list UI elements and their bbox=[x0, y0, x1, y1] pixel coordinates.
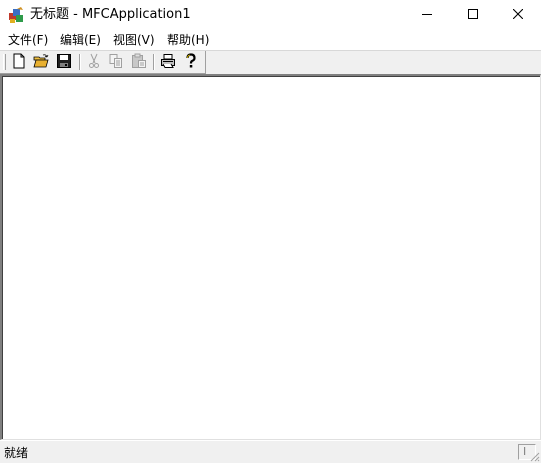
toolbar bbox=[0, 50, 541, 74]
resize-grip-icon[interactable] bbox=[528, 450, 540, 462]
close-icon bbox=[512, 8, 524, 22]
menu-file[interactable]: 文件(F) bbox=[6, 32, 50, 48]
status-indicator: I bbox=[523, 445, 527, 458]
help-context-icon bbox=[183, 52, 199, 72]
window-title: 无标题 - MFCApplication1 bbox=[30, 7, 191, 22]
toolbar-separator bbox=[153, 54, 155, 70]
minimize-icon bbox=[422, 8, 432, 22]
cut-icon bbox=[86, 53, 102, 72]
status-bar: 就绪 I bbox=[0, 440, 541, 463]
print-button[interactable] bbox=[158, 53, 178, 71]
document-view[interactable] bbox=[0, 74, 541, 440]
open-button[interactable] bbox=[31, 53, 51, 71]
minimize-button[interactable] bbox=[404, 0, 450, 30]
maximize-icon bbox=[468, 8, 478, 22]
menu-help[interactable]: 帮助(H) bbox=[165, 32, 211, 48]
toolbar-separator bbox=[79, 54, 81, 70]
new-file-icon bbox=[11, 53, 27, 72]
paste-icon bbox=[131, 53, 147, 72]
menu-bar: 文件(F) 编辑(E) 视图(V) 帮助(H) bbox=[0, 30, 541, 50]
copy-icon bbox=[108, 53, 124, 72]
menu-edit[interactable]: 编辑(E) bbox=[58, 32, 103, 48]
document-view-inner bbox=[2, 76, 540, 439]
save-button[interactable] bbox=[54, 53, 74, 71]
status-text: 就绪 bbox=[4, 446, 29, 460]
menu-view[interactable]: 视图(V) bbox=[111, 32, 157, 48]
app-icon[interactable] bbox=[8, 7, 25, 24]
open-folder-icon bbox=[33, 53, 49, 72]
paste-button[interactable] bbox=[129, 53, 149, 71]
toolbar-band bbox=[0, 51, 206, 74]
new-button[interactable] bbox=[9, 53, 29, 71]
cut-button[interactable] bbox=[84, 53, 104, 71]
title-bar[interactable]: 无标题 - MFCApplication1 bbox=[0, 0, 541, 30]
toolbar-grip[interactable] bbox=[3, 54, 6, 70]
maximize-button[interactable] bbox=[450, 0, 496, 30]
help-context-button[interactable] bbox=[181, 52, 201, 72]
save-disk-icon bbox=[56, 53, 72, 72]
close-button[interactable] bbox=[495, 0, 541, 30]
print-icon bbox=[160, 53, 176, 72]
copy-button[interactable] bbox=[106, 53, 126, 71]
